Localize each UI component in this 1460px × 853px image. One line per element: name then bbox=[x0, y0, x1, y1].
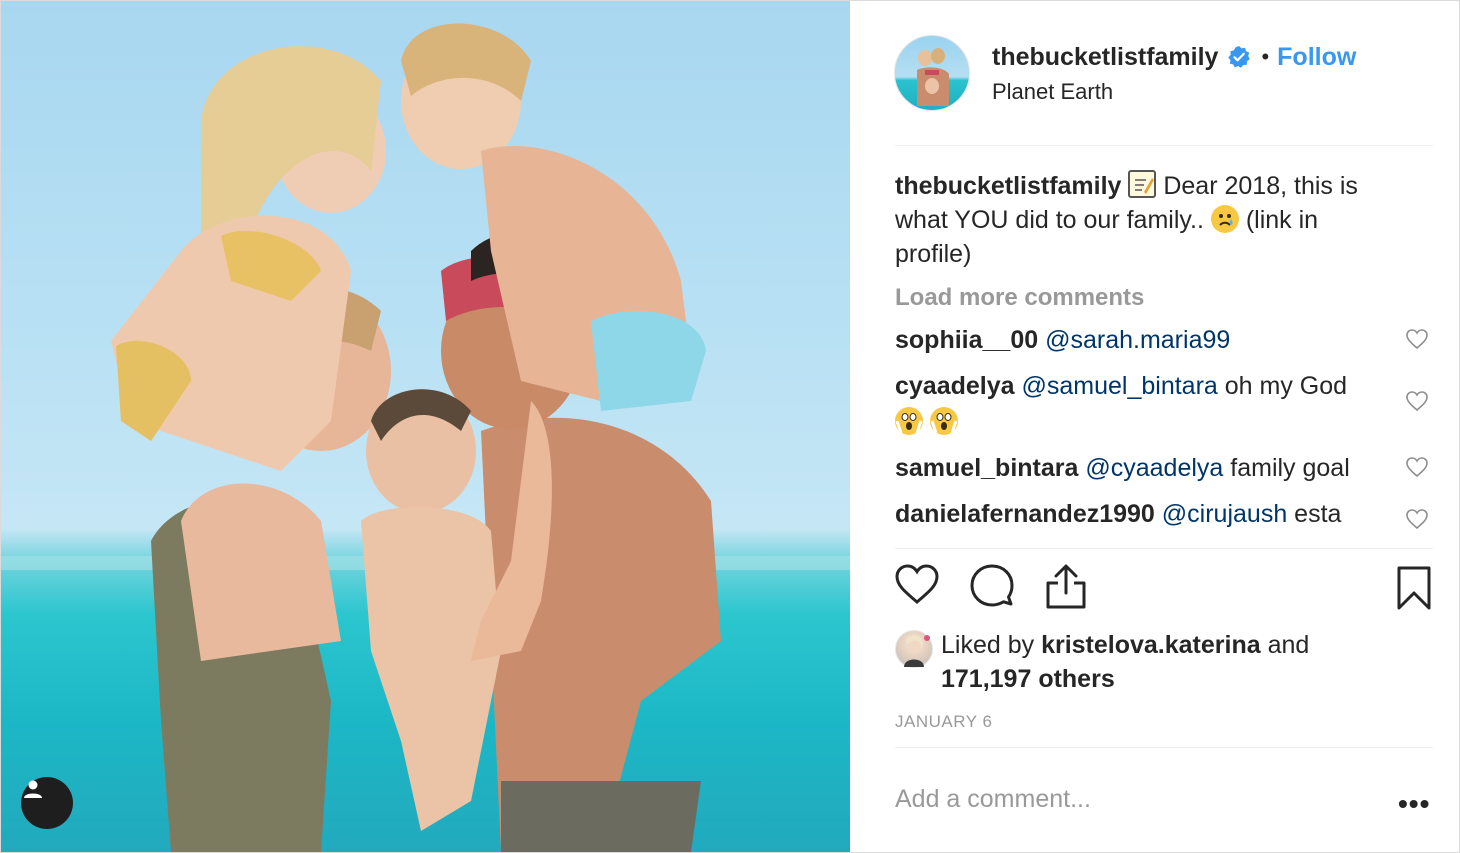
share-icon[interactable] bbox=[1044, 563, 1088, 609]
likes-count-link[interactable]: 171,197 others bbox=[941, 665, 1115, 693]
post-date[interactable]: JANUARY 6 bbox=[895, 712, 992, 732]
separator-dot: • bbox=[1261, 44, 1270, 69]
comment-item: samuel_bintara @cyaadelya family goal bbox=[895, 450, 1428, 486]
comments-section[interactable]: thebucketlistfamily Dear 2018, this is w… bbox=[895, 169, 1435, 549]
comment-mention[interactable]: @cirujaush bbox=[1162, 500, 1287, 528]
comment-username[interactable]: sophiia__00 bbox=[895, 326, 1038, 354]
action-bar bbox=[894, 563, 1434, 617]
comment-bubble-icon[interactable] bbox=[970, 563, 1014, 607]
load-more-comments-button[interactable]: Load more comments bbox=[895, 284, 1435, 312]
post-photo[interactable] bbox=[1, 1, 850, 852]
header-divider bbox=[895, 145, 1433, 146]
post-caption: thebucketlistfamily Dear 2018, this is w… bbox=[895, 169, 1395, 271]
like-comment-heart-icon[interactable] bbox=[1405, 390, 1429, 412]
likes-prefix: Liked by bbox=[941, 631, 1042, 659]
comment-mention[interactable]: @cyaadelya bbox=[1085, 454, 1223, 482]
instagram-post: thebucketlistfamily • Follow Planet Eart… bbox=[0, 0, 1460, 853]
comment-mention[interactable]: @sarah.maria99 bbox=[1045, 326, 1230, 354]
comment-item: cyaadelya @samuel_bintara oh my God bbox=[895, 368, 1428, 440]
comment-username[interactable]: danielafernandez1990 bbox=[895, 500, 1155, 528]
avatar-image bbox=[917, 48, 949, 106]
verified-badge-icon bbox=[1228, 46, 1251, 68]
comments-divider bbox=[895, 548, 1433, 549]
liker-avatar[interactable] bbox=[895, 630, 933, 668]
comment-mention[interactable]: @samuel_bintara bbox=[1022, 372, 1218, 400]
post-header: thebucketlistfamily • Follow Planet Eart… bbox=[850, 1, 1459, 145]
comment-username[interactable]: cyaadelya bbox=[895, 372, 1015, 400]
username-row: thebucketlistfamily • Follow bbox=[992, 41, 1356, 73]
comment-text: oh my God bbox=[1217, 372, 1348, 400]
screaming-face-emoji-icon bbox=[929, 407, 958, 435]
add-comment-input[interactable]: Add a comment... bbox=[895, 785, 1091, 814]
footer-divider bbox=[895, 747, 1433, 748]
screaming-face-emoji-icon bbox=[895, 407, 923, 435]
memo-emoji-icon bbox=[1128, 170, 1157, 198]
like-comment-heart-icon[interactable] bbox=[1405, 328, 1429, 350]
comment-text: family goal bbox=[1223, 454, 1350, 482]
likes-text: Liked by kristelova.katerina and 171,197… bbox=[941, 628, 1381, 696]
photo-illustration bbox=[1, 23, 850, 852]
comment-item: sophiia__00 @sarah.maria99 bbox=[895, 322, 1428, 358]
follow-button[interactable]: Follow bbox=[1277, 43, 1356, 72]
disappointed-face-emoji-icon bbox=[1210, 205, 1239, 233]
like-comment-heart-icon[interactable] bbox=[1405, 508, 1429, 530]
liker-username[interactable]: kristelova.katerina bbox=[1041, 631, 1261, 659]
post-side-panel: thebucketlistfamily • Follow Planet Eart… bbox=[850, 1, 1459, 852]
liker-avatar-image bbox=[904, 635, 930, 667]
profile-avatar[interactable] bbox=[894, 35, 970, 111]
comment-text: esta bbox=[1287, 500, 1342, 528]
tagged-users-button[interactable] bbox=[21, 777, 73, 829]
comment-item: danielafernandez1990 @cirujaush esta bbox=[895, 496, 1428, 532]
user-icon bbox=[24, 780, 42, 798]
username-link[interactable]: thebucketlistfamily bbox=[992, 43, 1218, 72]
location-link[interactable]: Planet Earth bbox=[992, 79, 1113, 105]
like-heart-icon[interactable] bbox=[894, 563, 940, 605]
comment-username[interactable]: samuel_bintara bbox=[895, 454, 1078, 482]
likes-middle: and bbox=[1260, 631, 1310, 659]
save-bookmark-icon[interactable] bbox=[1396, 565, 1432, 611]
caption-username[interactable]: thebucketlistfamily bbox=[895, 172, 1121, 200]
like-comment-heart-icon[interactable] bbox=[1405, 456, 1429, 478]
more-options-icon[interactable]: ••• bbox=[1398, 788, 1430, 820]
